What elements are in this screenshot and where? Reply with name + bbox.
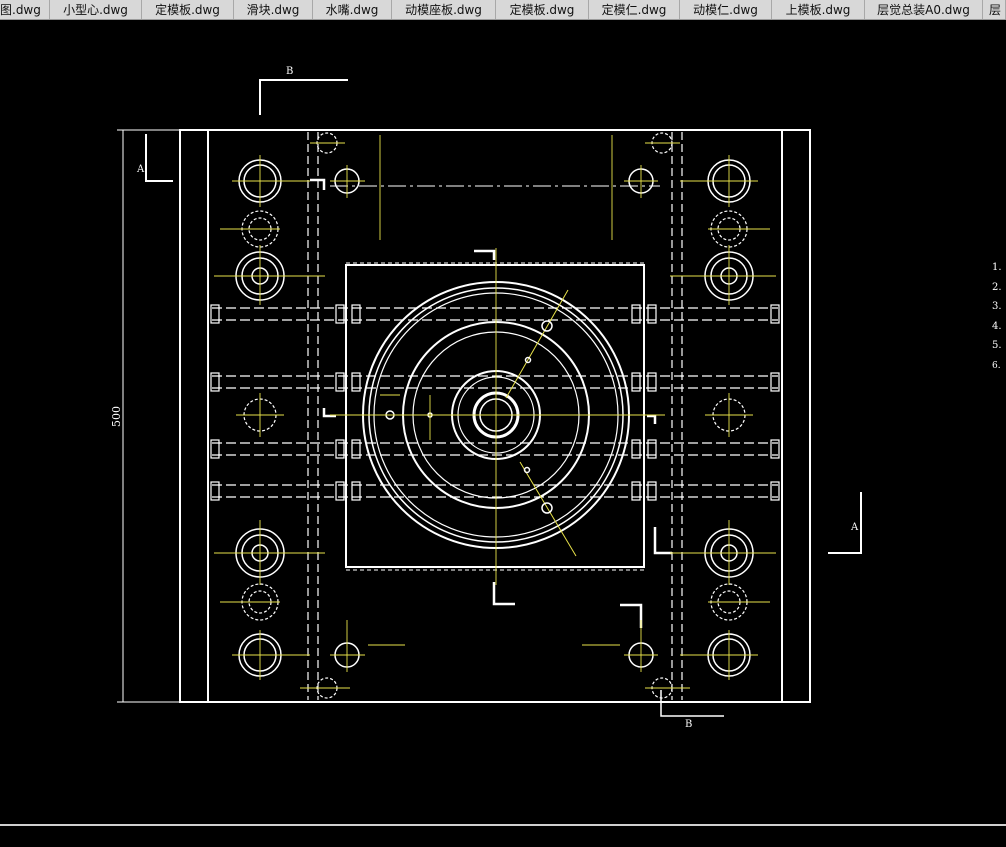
note-item: 2.	[992, 282, 1002, 293]
note-item: 1.	[992, 262, 1002, 273]
command-line-divider	[0, 824, 1006, 826]
section-marker-b-top	[259, 79, 348, 115]
mold-plate-outline	[179, 129, 811, 703]
note-item: 3.	[992, 301, 1002, 312]
section-label-b-top: B	[286, 66, 293, 77]
tab-file-5[interactable]: 动模座板.dwg	[392, 0, 496, 19]
hidden-lines-vertical	[307, 132, 683, 700]
dimension-height	[117, 129, 180, 703]
note-item: 5.	[992, 340, 1002, 351]
small-pins	[385, 320, 553, 514]
section-label-a-left: A	[136, 164, 145, 175]
cavity-insert	[345, 262, 645, 571]
cooling-channel-ends	[210, 304, 780, 501]
notes-list: 1. 2. 3. 4. 5. 6.	[992, 262, 1002, 371]
cooling-channels	[212, 307, 778, 498]
file-tab-bar: 图.dwg 小型心.dwg 定模板.dwg 滑块.dwg 水嘴.dwg 动模座板…	[0, 0, 1006, 20]
tab-file-6[interactable]: 定模板.dwg	[496, 0, 589, 19]
tab-file-2[interactable]: 定模板.dwg	[142, 0, 234, 19]
section-marker-a-left	[145, 134, 173, 182]
bolt-holes	[214, 132, 776, 699]
tab-file-3[interactable]: 滑块.dwg	[234, 0, 313, 19]
tab-file-8[interactable]: 动模仁.dwg	[680, 0, 772, 19]
tab-file-4[interactable]: 水嘴.dwg	[313, 0, 392, 19]
tab-file-1[interactable]: 小型心.dwg	[50, 0, 142, 19]
tab-file-7[interactable]: 定模仁.dwg	[589, 0, 680, 19]
note-item: 4.	[992, 321, 1002, 332]
tab-file-9[interactable]: 上模板.dwg	[772, 0, 865, 19]
section-label-a-right: A	[850, 522, 859, 533]
centerlines	[330, 135, 665, 585]
tab-file-10[interactable]: 层觉总装A0.dwg	[865, 0, 983, 19]
note-item: 6.	[992, 361, 1001, 371]
drawing-canvas[interactable]: B A A B 500 1. 2. 3. 4. 5. 6.	[0, 20, 1006, 847]
tab-file-11[interactable]: 层	[983, 0, 1006, 19]
section-label-b-bottom: B	[685, 719, 692, 730]
dimension-height-label: 500	[110, 406, 123, 427]
tab-file-0[interactable]: 图.dwg	[0, 0, 50, 19]
